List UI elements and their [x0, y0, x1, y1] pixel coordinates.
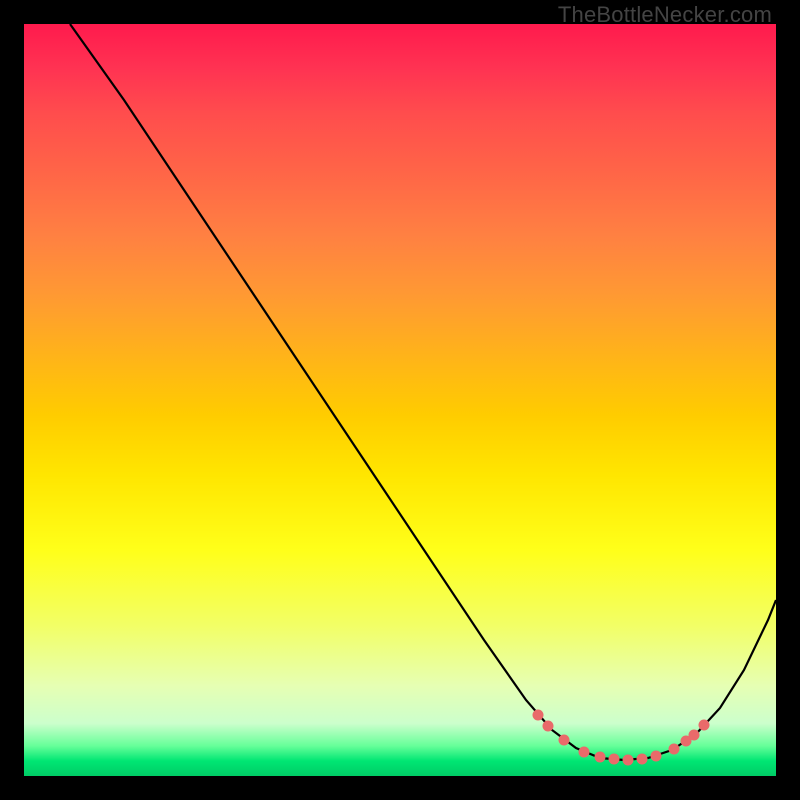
data-point-dot — [579, 747, 590, 758]
chart-frame: TheBottleNecker.com — [0, 0, 800, 800]
data-point-dot — [623, 755, 634, 766]
data-point-dot — [533, 710, 544, 721]
data-point-dot — [637, 754, 648, 765]
optimal-range-dots — [24, 24, 776, 776]
data-point-dot — [689, 730, 700, 741]
data-point-dot — [699, 720, 710, 731]
data-point-dot — [651, 751, 662, 762]
data-point-dot — [609, 754, 620, 765]
data-point-dot — [595, 752, 606, 763]
data-point-dot — [543, 721, 554, 732]
watermark-text: TheBottleNecker.com — [558, 2, 772, 28]
plot-area — [24, 24, 776, 776]
data-point-dot — [559, 735, 570, 746]
data-point-dot — [669, 744, 680, 755]
